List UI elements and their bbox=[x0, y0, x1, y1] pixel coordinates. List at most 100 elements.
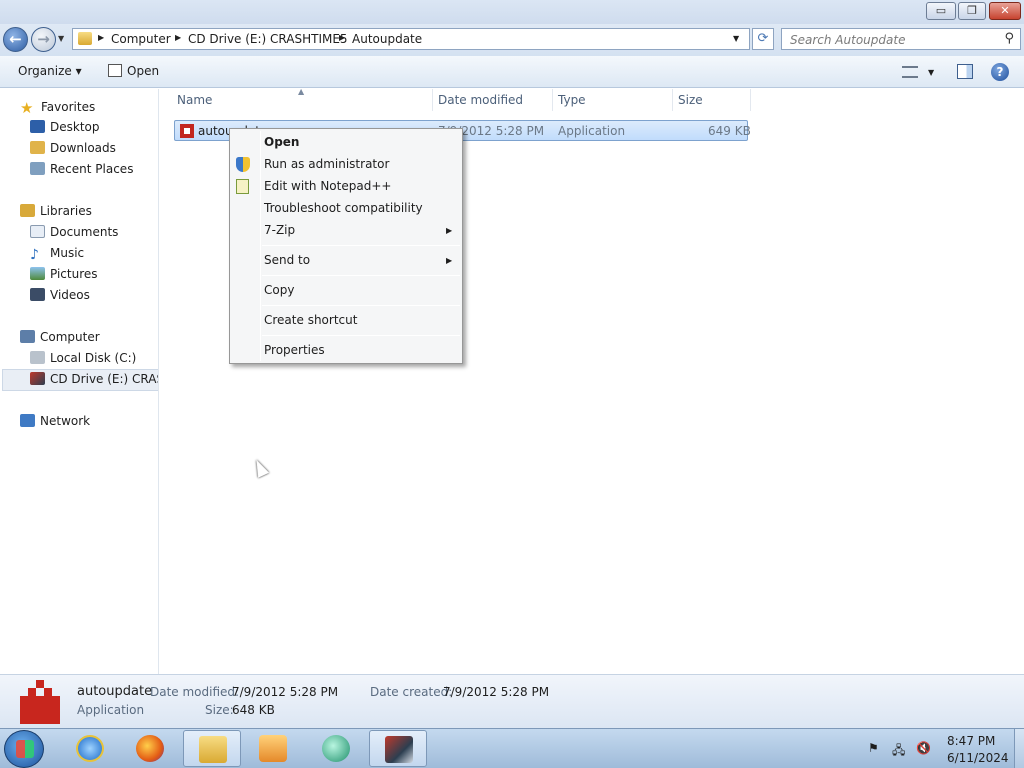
downloads-folder-icon bbox=[30, 141, 45, 154]
nav-documents-label: Documents bbox=[50, 225, 119, 239]
nav-libraries[interactable]: Libraries bbox=[20, 204, 92, 218]
local-disk-icon bbox=[30, 351, 45, 364]
menu-separator bbox=[262, 335, 460, 336]
navigation-bar: ← → ▼ ▶ Computer ▶ CD Drive (E:) CRASHTI… bbox=[0, 24, 1024, 56]
column-header-name[interactable]: Name bbox=[177, 93, 212, 107]
file-size: 649 KB bbox=[708, 124, 751, 138]
column-divider[interactable] bbox=[750, 89, 751, 111]
volume-muted-icon[interactable]: 🔇 bbox=[916, 741, 931, 755]
menu-item-edit-with-notepad[interactable]: Edit with Notepad++ bbox=[264, 179, 391, 193]
search-placeholder: Search Autoupdate bbox=[790, 33, 906, 47]
column-header-size[interactable]: Size bbox=[678, 93, 703, 107]
close-button[interactable]: ✕ bbox=[989, 2, 1021, 20]
taskbar-firefox[interactable] bbox=[121, 730, 179, 767]
view-options-dropdown-icon[interactable]: ▼ bbox=[928, 68, 934, 77]
breadcrumb-arrow-icon[interactable]: ▶ bbox=[98, 33, 104, 42]
change-view-icon[interactable] bbox=[902, 66, 918, 78]
menu-item-open[interactable]: Open bbox=[264, 135, 299, 149]
taskbar-crashtime-game[interactable] bbox=[369, 730, 427, 767]
navigation-pane: ★ Favorites Desktop Downloads Recent Plac… bbox=[0, 89, 159, 674]
nav-music[interactable]: ♪ Music bbox=[30, 246, 85, 263]
nav-libraries-label: Libraries bbox=[40, 204, 92, 218]
taskbar-media-player[interactable] bbox=[244, 730, 302, 767]
nav-cd-drive[interactable]: CD Drive (E:) CRASH bbox=[30, 372, 158, 386]
column-divider[interactable] bbox=[672, 89, 673, 111]
help-icon[interactable]: ? bbox=[991, 63, 1009, 81]
file-type: Application bbox=[558, 124, 626, 138]
nav-cd-drive-label: CD Drive (E:) CRASH bbox=[50, 372, 158, 386]
menu-item-7-zip[interactable]: 7-Zip bbox=[264, 223, 295, 237]
breadcrumb-computer[interactable]: Computer bbox=[111, 32, 171, 46]
cd-drive-icon bbox=[30, 372, 45, 385]
search-icon[interactable]: ⚲ bbox=[1004, 31, 1014, 46]
start-button[interactable] bbox=[4, 730, 44, 768]
clock-date[interactable]: 6/11/2024 bbox=[947, 751, 1009, 765]
nav-computer[interactable]: Computer bbox=[20, 330, 100, 344]
music-icon: ♪ bbox=[30, 247, 39, 263]
context-menu: Open Run as administrator Edit with Note… bbox=[229, 128, 463, 364]
show-desktop-button[interactable] bbox=[1014, 729, 1024, 768]
column-header-type[interactable]: Type bbox=[558, 93, 586, 107]
details-size: 648 KB bbox=[232, 703, 275, 717]
nav-network-label: Network bbox=[40, 414, 91, 428]
crashtime-game-icon bbox=[385, 736, 413, 763]
nav-pictures-label: Pictures bbox=[50, 267, 98, 281]
nav-documents[interactable]: Documents bbox=[30, 225, 118, 239]
submenu-arrow-icon: ▶ bbox=[446, 256, 453, 265]
nav-videos-label: Videos bbox=[50, 288, 90, 302]
nav-desktop[interactable]: Desktop bbox=[30, 120, 100, 134]
nav-local-disk[interactable]: Local Disk (C:) bbox=[30, 351, 136, 365]
back-arrow-icon: ← bbox=[9, 30, 22, 48]
menu-gutter bbox=[260, 131, 261, 361]
address-bar[interactable]: ▶ Computer ▶ CD Drive (E:) CRASHTIME5 ▶ … bbox=[72, 28, 750, 50]
minimize-button[interactable]: ▭ bbox=[926, 2, 956, 20]
nav-computer-label: Computer bbox=[40, 330, 100, 344]
address-dropdown-icon[interactable]: ▼ bbox=[733, 34, 739, 43]
recent-pages-dropdown-icon[interactable]: ▼ bbox=[58, 34, 64, 43]
breadcrumb-autoupdate[interactable]: Autoupdate bbox=[352, 32, 422, 46]
preview-pane-icon[interactable] bbox=[957, 64, 973, 79]
nav-recent-places-label: Recent Places bbox=[50, 162, 134, 176]
breadcrumb-cd-drive[interactable]: CD Drive (E:) CRASHTIME5 bbox=[188, 32, 348, 46]
open-label: Open bbox=[127, 64, 160, 78]
menu-item-send-to[interactable]: Send to bbox=[264, 253, 310, 267]
maximize-button[interactable]: ❐ bbox=[958, 2, 986, 20]
nav-downloads-label: Downloads bbox=[50, 141, 116, 155]
menu-item-create-shortcut[interactable]: Create shortcut bbox=[264, 313, 357, 327]
taskbar-internet-explorer[interactable] bbox=[61, 730, 119, 767]
nav-pictures[interactable]: Pictures bbox=[30, 267, 98, 281]
column-header-date-modified[interactable]: Date modified bbox=[438, 93, 523, 107]
breadcrumb-arrow-icon[interactable]: ▶ bbox=[339, 33, 345, 42]
nav-downloads[interactable]: Downloads bbox=[30, 141, 116, 155]
firefox-icon bbox=[136, 735, 164, 762]
organize-button[interactable]: Organize ▾ bbox=[18, 64, 82, 78]
nav-recent-places[interactable]: Recent Places bbox=[30, 162, 133, 176]
menu-item-troubleshoot-compatibility[interactable]: Troubleshoot compatibility bbox=[264, 201, 423, 215]
taskbar-windows-explorer[interactable] bbox=[183, 730, 241, 767]
column-divider[interactable] bbox=[432, 89, 433, 111]
nav-network[interactable]: Network bbox=[20, 414, 90, 428]
column-divider[interactable] bbox=[552, 89, 553, 111]
menu-item-properties[interactable]: Properties bbox=[264, 343, 325, 357]
refresh-button[interactable]: ⟳ bbox=[752, 28, 774, 50]
menu-item-copy[interactable]: Copy bbox=[264, 283, 294, 297]
command-toolbar: Organize ▾ Open ▼ ? bbox=[0, 56, 1024, 88]
nav-videos[interactable]: Videos bbox=[30, 288, 90, 302]
media-player-icon bbox=[259, 735, 287, 762]
action-center-flag-icon[interactable]: ⚑ bbox=[868, 741, 882, 755]
back-button[interactable]: ← bbox=[3, 27, 28, 52]
application-large-icon bbox=[20, 680, 60, 724]
windows-logo-icon bbox=[16, 740, 34, 758]
nav-music-label: Music bbox=[50, 246, 85, 260]
nav-favorites[interactable]: ★ Favorites bbox=[20, 99, 95, 117]
clock-time[interactable]: 8:47 PM bbox=[947, 734, 995, 748]
menu-item-run-as-administrator[interactable]: Run as administrator bbox=[264, 157, 389, 171]
refresh-icon: ⟳ bbox=[757, 31, 769, 46]
taskbar-green-app[interactable] bbox=[307, 730, 365, 767]
search-input[interactable]: Search Autoupdate ⚲ bbox=[781, 28, 1021, 50]
forward-button[interactable]: → bbox=[31, 27, 56, 52]
open-button[interactable]: Open bbox=[108, 64, 159, 78]
title-bar[interactable]: ▭ ❐ ✕ bbox=[0, 0, 1024, 24]
network-tray-icon[interactable]: 🖧 bbox=[892, 741, 906, 757]
breadcrumb-arrow-icon[interactable]: ▶ bbox=[175, 33, 181, 42]
